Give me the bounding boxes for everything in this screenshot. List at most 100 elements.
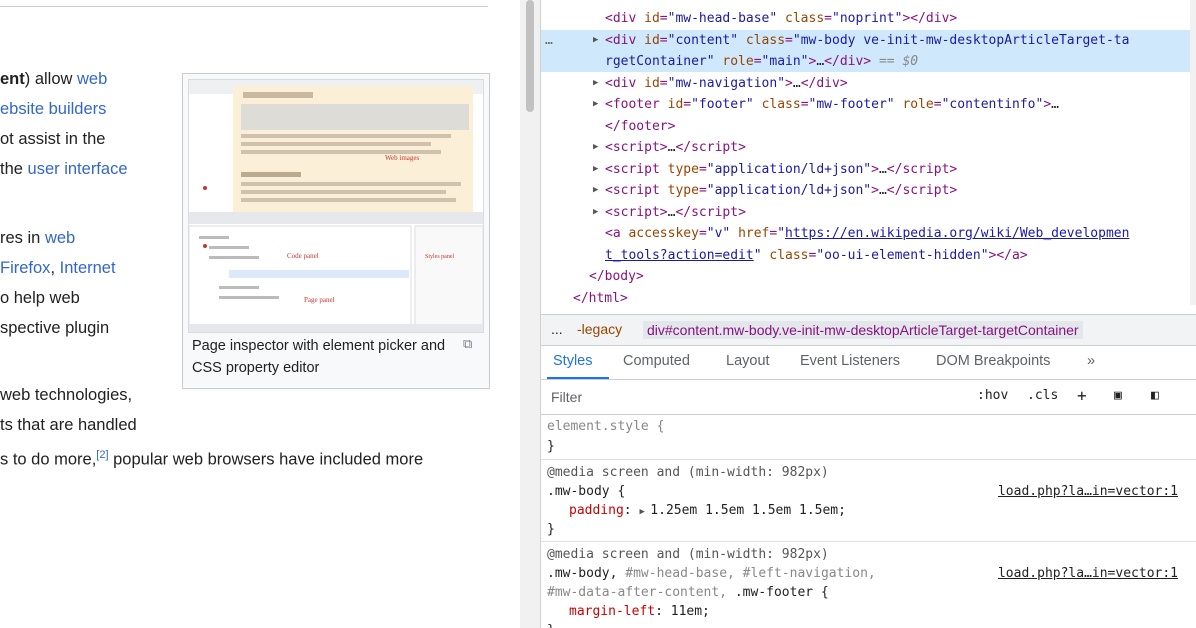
- thumbnail-image[interactable]: Web images Code panel Styles panel Page …: [188, 79, 484, 333]
- node-actions-icon[interactable]: …: [545, 30, 553, 51]
- article-text-run: ) allow: [24, 70, 78, 88]
- dom-node-markup: </footer>: [605, 118, 676, 134]
- dom-node-markup: <script type="application/ld+json">…</sc…: [605, 161, 958, 177]
- page-scrollbar[interactable]: [520, 0, 541, 628]
- dom-node[interactable]: ▶ <footer id="footer" class="mw-footer" r…: [541, 94, 1190, 115]
- stylesheet-link[interactable]: load.php?la…in=vector:1: [998, 564, 1178, 583]
- dom-node[interactable]: t_tools?action=edit" class="oo-ui-elemen…: [541, 245, 1190, 266]
- breadcrumb-item[interactable]: -legacy: [577, 321, 622, 337]
- dom-node[interactable]: ▶ <script>…</script>: [541, 137, 1190, 158]
- expand-triangle-icon[interactable]: ▶: [593, 159, 598, 180]
- breadcrumb-current[interactable]: div#content.mw-body.ve-init-mw-desktopAr…: [643, 321, 1083, 339]
- article-line: ebsite builders: [0, 99, 106, 119]
- css-declaration[interactable]: padding: ▶ 1.25em 1.5em 1.5em 1.5em;: [569, 501, 846, 520]
- enlarge-icon[interactable]: ⧉: [463, 336, 472, 352]
- tab-styles[interactable]: Styles: [553, 353, 593, 369]
- dom-node[interactable]: <a accesskey="v" href="https://en.wikipe…: [541, 223, 1190, 244]
- label-code-panel: Code panel: [287, 252, 319, 260]
- article-text-run: ot assist in the: [0, 130, 106, 148]
- thumbnail-figure[interactable]: Web images Code panel Styles panel Page …: [182, 73, 490, 389]
- expand-triangle-icon[interactable]: ▶: [593, 137, 598, 158]
- rule-selector-cont[interactable]: #mw-data-after-content, .mw-footer {: [547, 583, 829, 602]
- css-declaration[interactable]: margin-left: 11em;: [569, 602, 710, 621]
- expand-triangle-icon[interactable]: ▶: [593, 202, 598, 223]
- article-text-run: the: [0, 160, 28, 178]
- dom-node[interactable]: </footer>: [541, 116, 1190, 137]
- dom-node-markup: <div id="mw-navigation">…</div>: [605, 75, 848, 91]
- styles-filter-bar: Filter :hov .cls + ▣ ◧: [541, 380, 1196, 415]
- active-tab-indicator: [547, 377, 609, 379]
- dom-node[interactable]: ▶ <script>…</script>: [541, 202, 1190, 223]
- filter-input[interactable]: Filter: [551, 389, 582, 405]
- tab-computed[interactable]: Computed: [623, 353, 690, 369]
- article-line: ts that are handled: [0, 415, 137, 435]
- media-query: @media screen and (min-width: 982px): [547, 547, 829, 562]
- article-link[interactable]: web: [45, 229, 75, 247]
- dom-node[interactable]: ▶ <script type="application/ld+json">…</s…: [541, 180, 1190, 201]
- toggle-sidebar-icon[interactable]: ◧: [1151, 388, 1159, 403]
- dom-node-markup: rgetContainer" role="main">…</div> == $0: [605, 54, 919, 69]
- rule-mw-body-margin: @media screen and (min-width: 982px) .mw…: [541, 543, 1196, 628]
- devtools-panel: <div id="mw-head-base" class="noprint"><…: [541, 0, 1196, 628]
- scrollbar-thumb[interactable]: [526, 0, 534, 112]
- article-text-run: ent: [0, 70, 25, 88]
- expand-triangle-icon[interactable]: ▶: [593, 73, 598, 94]
- article-text-run: popular web browsers have included more: [108, 450, 424, 469]
- more-tabs-icon[interactable]: »: [1087, 353, 1095, 369]
- article-line: res in web: [0, 228, 75, 248]
- article-text-run: ts that are handled: [0, 416, 137, 434]
- rule-close-brace: }: [547, 439, 555, 454]
- tab-layout[interactable]: Layout: [726, 353, 770, 369]
- article-line: ot assist in the: [0, 129, 105, 149]
- article-link[interactable]: ebsite builders: [0, 100, 106, 118]
- article-link[interactable]: Internet: [60, 259, 116, 277]
- stylesheet-link[interactable]: load.php?la…in=vector:1: [998, 482, 1178, 501]
- dom-node[interactable]: </html>: [541, 288, 1190, 309]
- thumbnail-caption: Page inspector with element picker and C…: [192, 338, 446, 376]
- dom-node[interactable]: <div id="mw-head-base" class="noprint"><…: [541, 8, 1190, 29]
- breadcrumb-overflow[interactable]: ...: [551, 321, 563, 337]
- computed-styles-icon[interactable]: ▣: [1114, 388, 1122, 403]
- expand-triangle-icon[interactable]: ▶: [593, 94, 598, 115]
- new-rule-button[interactable]: +: [1077, 386, 1087, 405]
- article-line: web technologies,: [0, 385, 132, 405]
- article-line: spective plugin: [0, 318, 109, 338]
- rule-close-brace: }: [547, 522, 555, 537]
- article-link[interactable]: web: [77, 70, 107, 88]
- article-text-run: web technologies,: [0, 386, 133, 404]
- dom-tree-scrollbar[interactable]: [1190, 0, 1196, 305]
- label-page-panel: Page panel: [304, 296, 335, 304]
- dom-node[interactable]: ▶ <script type="application/ld+json">…</s…: [541, 159, 1190, 180]
- dom-node-markup: <script>…</script>: [605, 140, 746, 155]
- label-styles-panel: Styles panel: [425, 254, 454, 260]
- dom-node-markup: t_tools?action=edit" class="oo-ui-elemen…: [605, 247, 1028, 263]
- article-text-run: spective plugin: [0, 319, 110, 337]
- expand-triangle-icon[interactable]: ▶: [593, 180, 598, 201]
- article-text-run: o help web: [0, 289, 80, 307]
- rule-selector[interactable]: .mw-body, #mw-head-base, #left-navigatio…: [547, 564, 876, 583]
- article-link[interactable]: Firefox: [0, 259, 50, 277]
- dom-node-markup: <a accesskey="v" href="https://en.wikipe…: [605, 226, 1130, 241]
- tab-event-listeners[interactable]: Event Listeners: [800, 353, 900, 369]
- article-content: ent) allow web ebsite builders ot assist i…: [0, 0, 520, 628]
- dom-node[interactable]: </body>: [541, 266, 1190, 287]
- citation-link[interactable]: [2]: [96, 449, 108, 461]
- dom-node[interactable]: ▶ <div id="mw-navigation">…</div>: [541, 73, 1190, 94]
- article-link[interactable]: user interface: [28, 160, 128, 178]
- label-web-images: Web images: [385, 154, 420, 162]
- dom-node-markup: <div id="mw-head-base" class="noprint"><…: [605, 11, 958, 26]
- tab-dom-breakpoints[interactable]: DOM Breakpoints: [936, 353, 1050, 369]
- class-toggle[interactable]: .cls: [1027, 388, 1058, 403]
- article-line: o help web: [0, 288, 80, 308]
- article-text-run: res in: [0, 229, 45, 247]
- breadcrumb: ... -legacy div#content.mw-body.ve-init-…: [541, 314, 1196, 346]
- rule-selector[interactable]: .mw-body {: [547, 482, 625, 501]
- dom-node-selected[interactable]: rgetContainer" role="main">…</div> == $0: [541, 51, 1190, 72]
- expand-triangle-icon[interactable]: ▶: [593, 30, 598, 51]
- article-line: s to do more,[2] popular web browsers ha…: [0, 445, 520, 470]
- dom-node-selected[interactable]: … ▶ <div id="content" class="mw-body ve-in…: [541, 29, 1190, 51]
- dom-node-markup: <script>…</script>: [605, 204, 746, 220]
- styles-tabbar: Styles Computed Layout Event Listeners D…: [541, 345, 1196, 380]
- element-style-selector[interactable]: element.style {: [547, 417, 664, 436]
- hover-state-toggle[interactable]: :hov: [977, 388, 1008, 403]
